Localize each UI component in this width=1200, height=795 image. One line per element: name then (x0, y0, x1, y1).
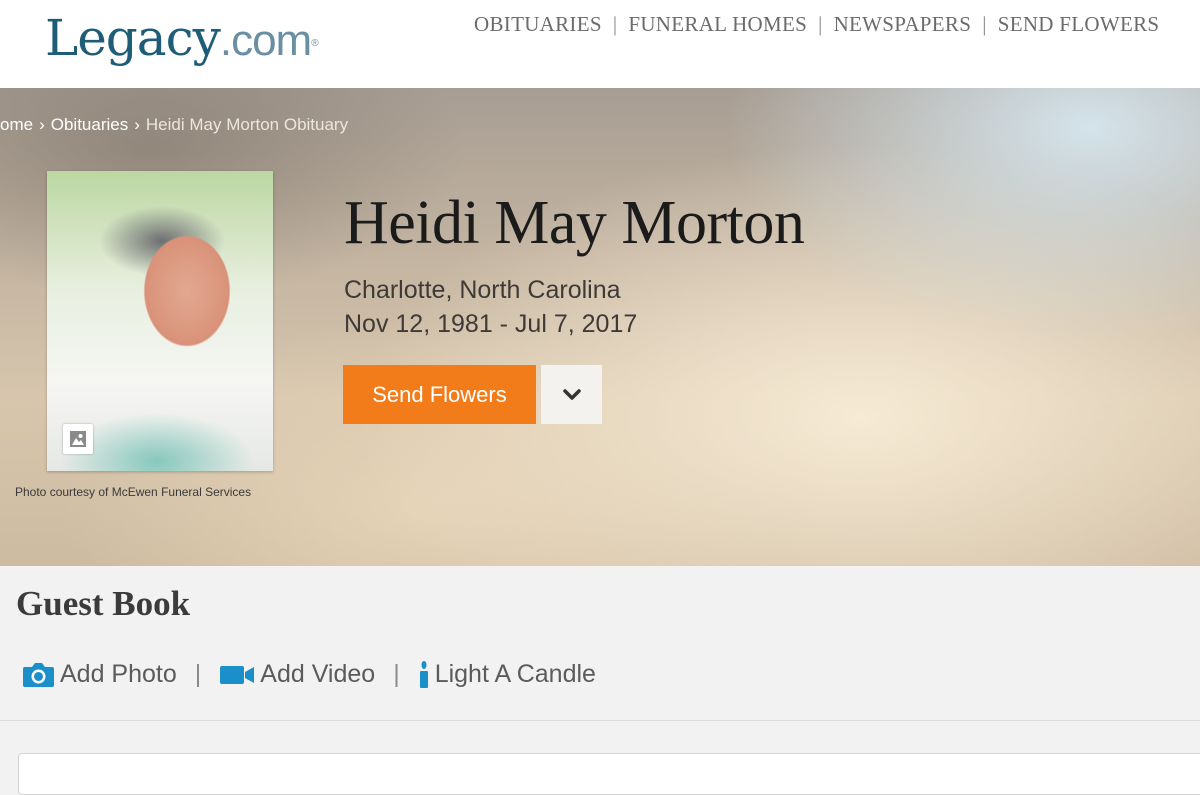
photo-credit: Photo courtesy of McEwen Funeral Service… (15, 485, 252, 499)
more-options-button[interactable] (541, 365, 602, 424)
section-divider (0, 720, 1200, 721)
deceased-location: Charlotte, North Carolina (344, 276, 621, 304)
nav-newspapers[interactable]: NEWSPAPERS (834, 12, 972, 36)
deceased-name: Heidi May Morton (344, 189, 805, 257)
nav-separator: | (982, 12, 987, 36)
nav-obituaries[interactable]: OBITUARIES (474, 12, 602, 36)
light-candle-link[interactable]: Light A Candle (418, 660, 596, 689)
logo-tld: .com (219, 16, 312, 65)
logo-registered-mark: ® (311, 38, 318, 49)
add-video-link[interactable]: Add Video (219, 660, 375, 689)
guest-book-entry-box[interactable] (18, 753, 1200, 795)
top-navigation: OBITUARIES | FUNERAL HOMES | NEWSPAPERS | SEND… (474, 12, 1200, 37)
breadcrumb-home[interactable]: ome (0, 115, 33, 134)
camera-icon (23, 663, 54, 687)
add-photo-label: Add Photo (60, 660, 177, 688)
video-camera-icon (220, 665, 255, 684)
site-header: Legacy.com® OBITUARIES | FUNERAL HOMES | NEW… (0, 0, 1200, 88)
action-separator: | (393, 660, 400, 688)
guest-book-actions: Add Photo | Add Video | Light A Candle (22, 660, 596, 689)
logo-brand: Legacy (45, 9, 221, 67)
guest-book-title: Guest Book (16, 584, 191, 623)
breadcrumb-separator: › (134, 115, 140, 134)
send-flowers-button[interactable]: Send Flowers (343, 365, 536, 424)
chevron-down-icon (562, 388, 581, 400)
breadcrumb-separator: › (39, 115, 45, 134)
obituary-photo-frame[interactable] (47, 171, 273, 471)
action-separator: | (194, 660, 202, 688)
breadcrumb-current: Heidi May Morton Obituary (145, 115, 349, 134)
candle-icon (419, 660, 428, 688)
add-photo-link[interactable]: Add Photo (22, 660, 177, 689)
nav-separator: | (612, 12, 618, 36)
legacy-logo[interactable]: Legacy.com® (45, 8, 319, 71)
life-dates: Nov 12, 1981 - Jul 7, 2017 (344, 310, 638, 338)
image-gallery-icon[interactable] (63, 424, 93, 454)
light-candle-label: Light A Candle (434, 660, 596, 688)
add-video-label: Add Video (260, 660, 376, 688)
breadcrumb: ome › Obituaries › Heidi May Morton Obituary (0, 115, 348, 135)
nav-separator: | (818, 12, 823, 36)
obituary-hero: ome › Obituaries › Heidi May Morton Obituary… (0, 88, 1200, 566)
nav-send-flowers[interactable]: SEND FLOWERS (998, 12, 1160, 36)
breadcrumb-obituaries[interactable]: Obituaries (51, 115, 128, 134)
nav-funeral-homes[interactable]: FUNERAL HOMES (628, 12, 807, 36)
guest-book-section: Guest Book Add Photo | Add Video | Light (0, 566, 1200, 795)
